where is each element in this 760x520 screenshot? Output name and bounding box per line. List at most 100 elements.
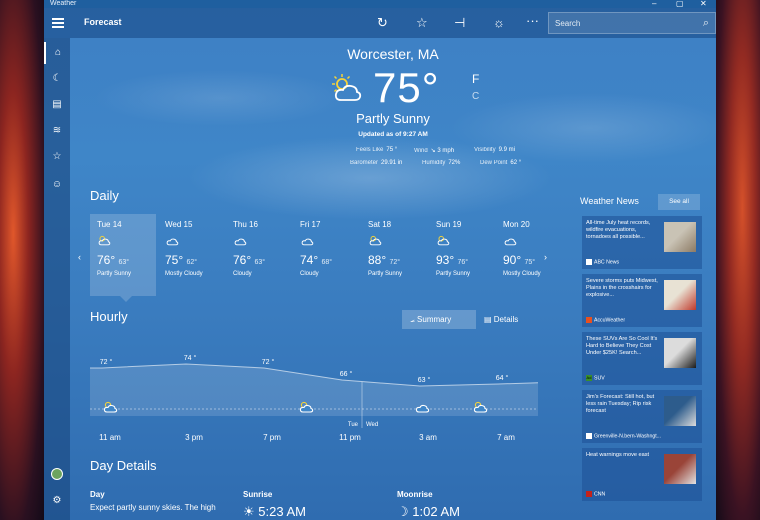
refresh-icon[interactable]: ↻: [377, 15, 388, 31]
news-headline: These SUVs Are So Cool It's Hard to Beli…: [586, 336, 658, 357]
dew-point: Dew Point 62 °: [480, 160, 522, 166]
search-icon[interactable]: ⌕: [703, 17, 709, 30]
updated-time: Updated as of 9:27 AM: [358, 131, 428, 138]
day-high-temp: 76° 63°: [97, 253, 130, 267]
cloudy-icon: [233, 229, 285, 251]
ad-badge-icon: Ad: [586, 374, 592, 381]
hourly-temp-label: 66 °: [340, 370, 353, 378]
nav-home-icon[interactable]: ⌂: [44, 42, 70, 64]
settings-gear-icon[interactable]: ⚙: [44, 490, 70, 512]
weather-app-window: Weather – ▢ ✕ Forecast ↻ ☆ ⊣ ☼ ··· Searc…: [44, 0, 716, 520]
unit-fahrenheit[interactable]: F: [472, 72, 479, 86]
location-name: Worcester, MA: [347, 46, 439, 62]
day-name: Thu 16: [233, 220, 258, 229]
day-low-temp: 68°: [321, 259, 333, 266]
day-card[interactable]: Wed 15 75° 62° Mostly Cloudy: [158, 214, 224, 296]
day-low-temp: 75°: [524, 259, 536, 266]
avatar[interactable]: [51, 468, 63, 480]
window-title: Weather: [50, 0, 77, 7]
day-card[interactable]: Tue 14 76° 63° Partly Sunny: [90, 214, 156, 296]
day-card[interactable]: Fri 17 74° 68° Cloudy: [293, 214, 359, 296]
desktop-wallpaper-right: [716, 0, 760, 520]
maximize-icon[interactable]: ▢: [676, 0, 684, 8]
abc-news-logo-icon: [586, 258, 592, 265]
more-options-icon[interactable]: ···: [526, 13, 539, 28]
news-card[interactable]: Severe storms puts Midwest, Plains in th…: [582, 274, 702, 327]
day-card[interactable]: Sat 18 88° 72° Partly Sunny: [361, 214, 427, 296]
news-thumbnail: [664, 280, 696, 310]
minimize-icon[interactable]: –: [652, 0, 656, 8]
hourly-temperature-area: [90, 364, 538, 416]
hourly-time-label: 7 am: [497, 433, 515, 442]
day-details-title: Day Details: [90, 458, 157, 473]
day-high-temp: 93° 76°: [436, 253, 469, 267]
pin-icon[interactable]: ⊣: [454, 15, 465, 31]
day-card[interactable]: Thu 16 76° 63° Cloudy: [226, 214, 292, 296]
moonrise-label: Moonrise: [397, 490, 433, 499]
hourly-temp-label: 72 °: [100, 358, 113, 366]
see-all-button[interactable]: See all: [658, 194, 700, 210]
current-temperature: 75°: [373, 64, 440, 111]
moonrise-icon: ☽: [397, 504, 413, 519]
summary-toggle-button[interactable]: ⦟ Summary: [402, 310, 476, 329]
desktop-wallpaper-left: [0, 0, 44, 520]
daily-prev-arrow-icon[interactable]: ‹: [78, 252, 81, 262]
day-low-temp: 72°: [389, 259, 401, 266]
day-card[interactable]: Mon 20 90° 75° Mostly Cloudy: [496, 214, 562, 296]
news-card[interactable]: All-time July heat records, wildfire eva…: [582, 216, 702, 269]
selected-day-pointer: [120, 296, 132, 302]
details-toggle-button[interactable]: ▤ Details: [476, 310, 530, 329]
day-condition: Partly Sunny: [368, 271, 403, 277]
hourly-time-label: 3 am: [419, 433, 437, 442]
news-thumbnail: [664, 338, 696, 368]
brightness-icon[interactable]: ☼: [493, 15, 505, 30]
nav-trends-icon[interactable]: ≋: [44, 120, 70, 142]
day-description: Expect partly sunny skies. The high: [90, 503, 216, 512]
day-name: Wed 15: [165, 220, 193, 229]
day-condition: Mostly Cloudy: [503, 271, 541, 277]
news-headline: Jim's Forecast: Still hot, but less rain…: [586, 394, 655, 415]
partly-sunny-icon: [436, 229, 488, 251]
favorite-star-icon[interactable]: ☆: [416, 15, 428, 31]
day-condition: Partly Sunny: [436, 271, 471, 277]
news-headline: Heat warnings move east: [586, 452, 650, 458]
unit-celsius[interactable]: C: [472, 91, 479, 102]
hourly-time-label: 11 am: [99, 433, 121, 442]
hourly-time-label: 3 pm: [185, 433, 203, 442]
news-card[interactable]: Jim's Forecast: Still hot, but less rain…: [582, 390, 702, 443]
nav-feedback-icon[interactable]: ☺: [44, 174, 70, 196]
mostly-cloudy-icon: [165, 229, 217, 251]
news-thumbnail: [664, 222, 696, 252]
nav-historical-icon[interactable]: ▤: [44, 94, 70, 116]
news-card[interactable]: These SUVs Are So Cool It's Hard to Beli…: [582, 332, 702, 385]
day-label-tue: Tue: [348, 422, 359, 428]
day-low-temp: 62°: [186, 259, 198, 266]
news-source: Greenville-N.bern-Washngt...: [586, 432, 661, 439]
visibility: Visibility 9.9 mi: [474, 147, 515, 153]
daily-title: Daily: [90, 188, 119, 203]
day-name: Sun 19: [436, 220, 462, 229]
news-source: Ad SUV: [586, 374, 605, 381]
mostly-cloudy-icon: [503, 229, 555, 251]
local-news-logo-icon: [586, 432, 592, 439]
news-thumbnail: [664, 454, 696, 484]
day-condition: Cloudy: [300, 271, 319, 277]
news-card[interactable]: Heat warnings move east CNN: [582, 448, 702, 501]
hourly-temp-label: 63 °: [418, 376, 431, 384]
close-icon[interactable]: ✕: [700, 0, 707, 8]
day-high-temp: 90° 75°: [503, 253, 536, 267]
window-titlebar[interactable]: Weather – ▢ ✕: [44, 0, 716, 8]
hourly-time-label: 11 pm: [339, 433, 361, 442]
hourly-title: Hourly: [90, 309, 128, 324]
search-input[interactable]: Search ⌕: [548, 12, 716, 34]
partly-sunny-icon: [332, 74, 362, 101]
nav-favorites-icon[interactable]: ☆: [44, 146, 70, 168]
news-thumbnail: [664, 396, 696, 426]
partly-sunny-icon: [97, 229, 149, 251]
nav-maps-icon[interactable]: ☾: [44, 68, 70, 90]
hamburger-menu-icon[interactable]: [52, 18, 64, 28]
page-title: Forecast: [84, 17, 122, 27]
news-headline: Severe storms puts Midwest, Plains in th…: [586, 278, 658, 299]
day-label-wed: Wed: [366, 422, 378, 428]
day-card[interactable]: Sun 19 93° 76° Partly Sunny: [429, 214, 495, 296]
